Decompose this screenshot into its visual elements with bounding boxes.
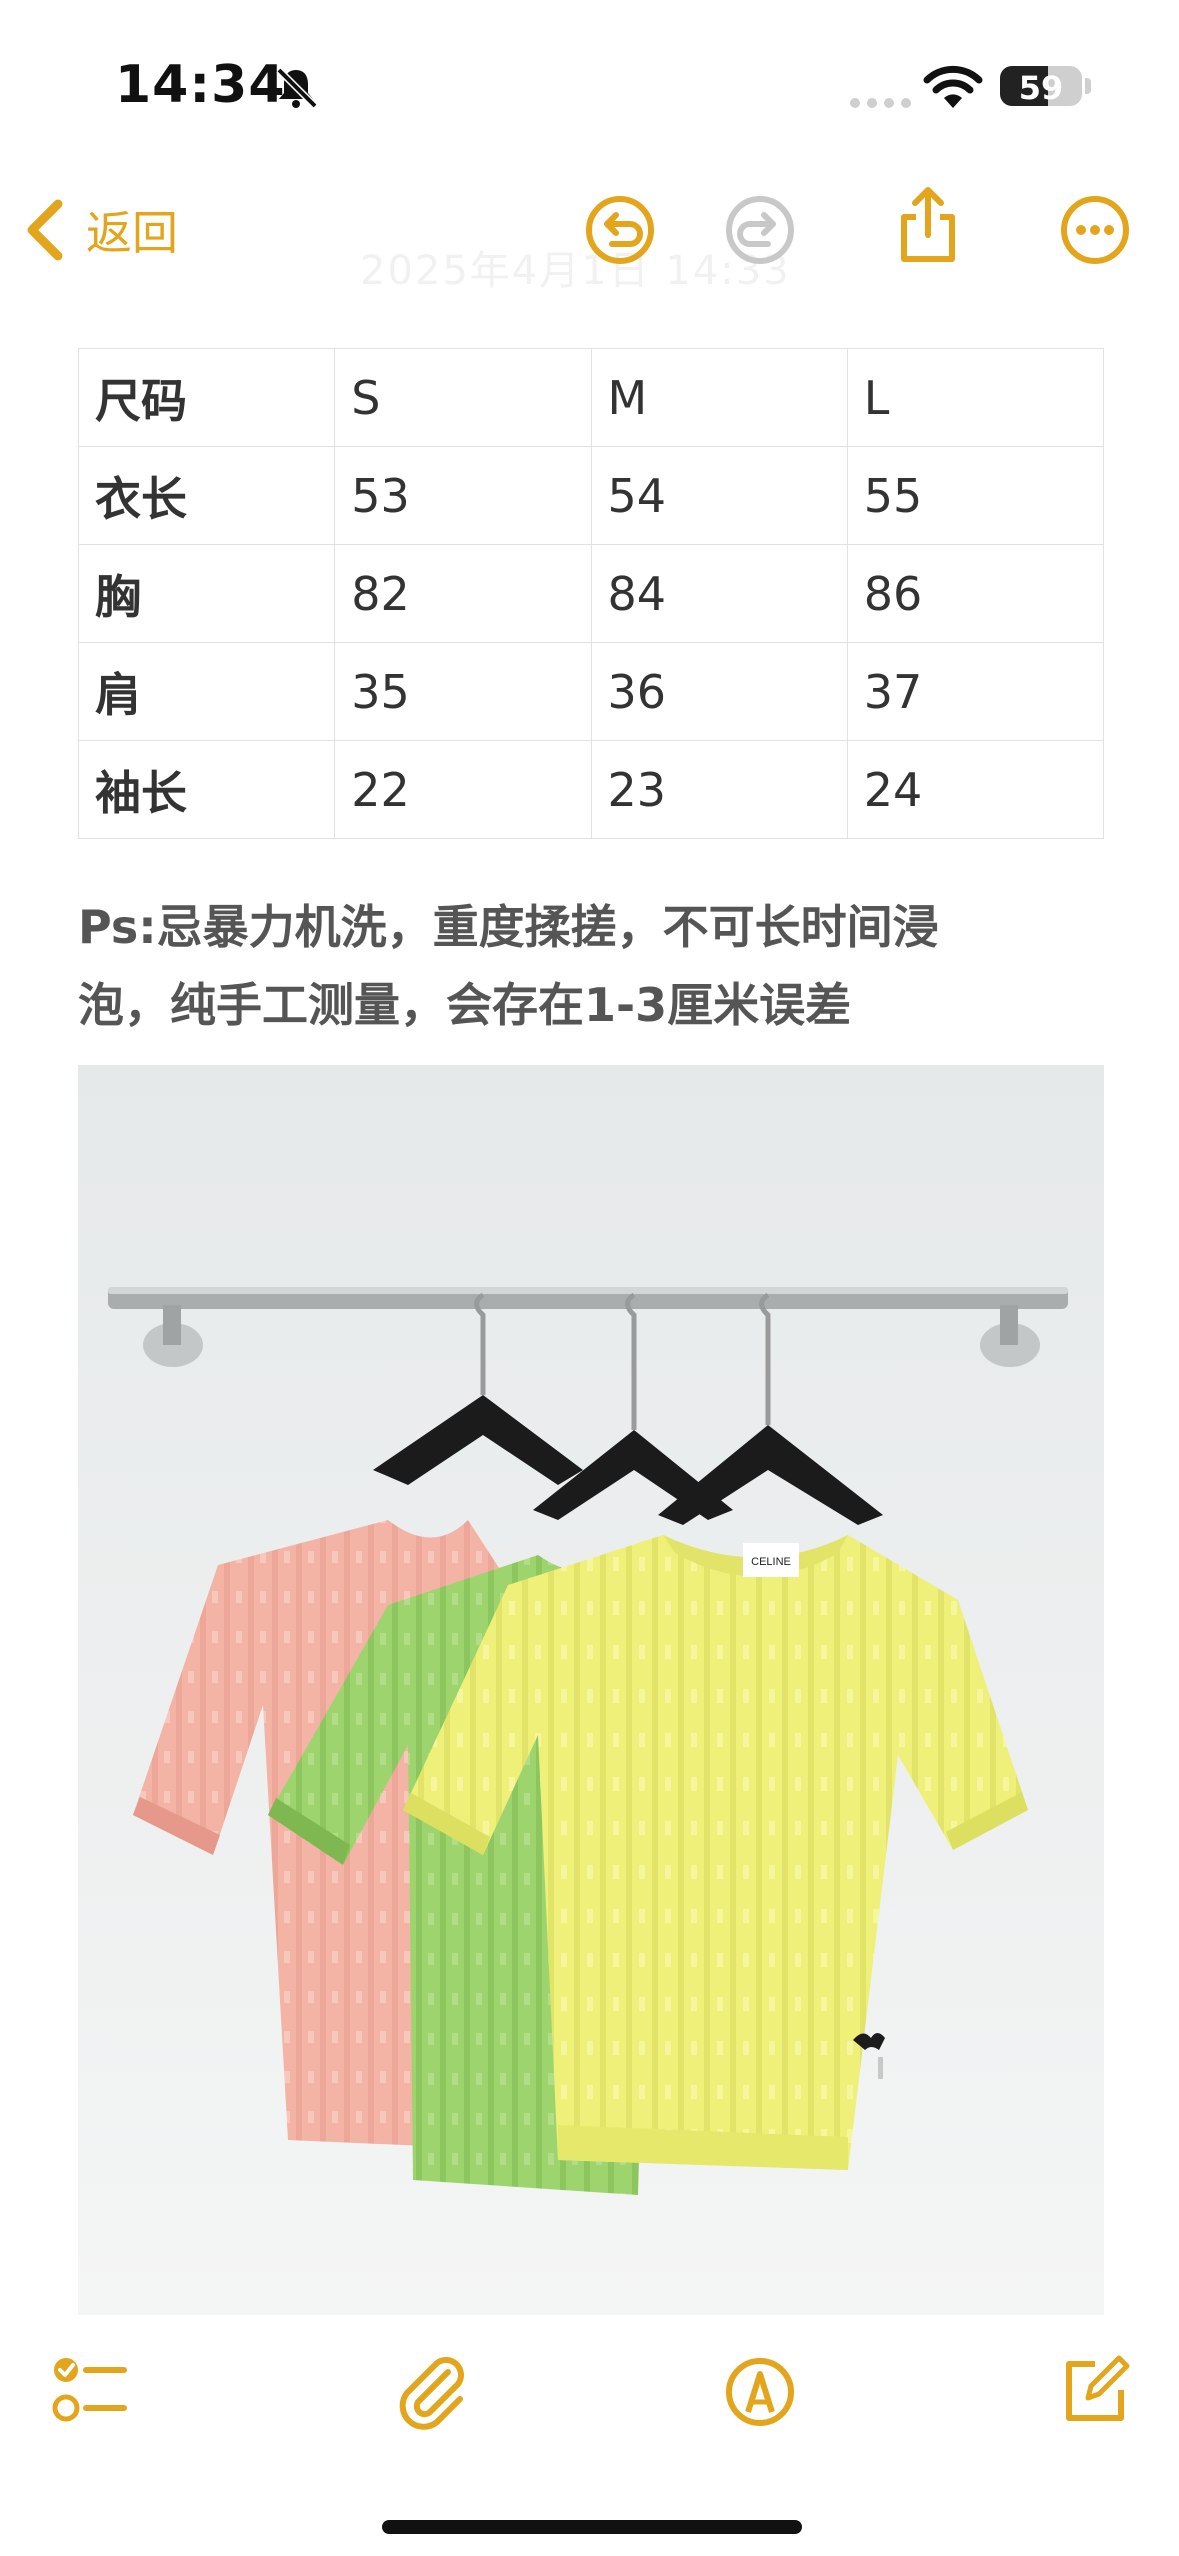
chevron-left-icon (27, 199, 63, 261)
checklist-icon[interactable] (50, 2350, 130, 2430)
table-row: 胸 82 84 86 (77, 544, 1105, 643)
back-button[interactable]: 返回 (22, 190, 178, 270)
more-icon[interactable] (1055, 190, 1135, 270)
redo-icon[interactable] (720, 190, 800, 270)
table-row: 肩 35 36 37 (77, 642, 1105, 741)
table-cell: L (846, 348, 1105, 447)
care-note-line-2: 泡，纯手工测量，会存在1-3厘米误差 (78, 978, 852, 1032)
size-table: 尺码 S M L 衣长 53 54 55 胸 82 84 86 肩 35 36 … (77, 348, 1105, 839)
table-cell: 86 (846, 544, 1105, 643)
status-time: 14:34 (115, 55, 286, 115)
battery-tip (1085, 78, 1091, 94)
table-cell: S (334, 348, 592, 447)
compose-icon[interactable] (1055, 2348, 1135, 2428)
table-cell: 22 (334, 740, 592, 839)
share-icon[interactable] (888, 185, 968, 265)
table-row: 衣长 53 54 55 (77, 446, 1105, 545)
attachment-icon[interactable] (392, 2350, 472, 2430)
table-cell: M (590, 348, 848, 447)
table-cell: 尺码 (77, 348, 336, 447)
garment-label-text: CELINE (751, 1556, 791, 1568)
back-label: 返回 (86, 206, 178, 260)
table-cell: 24 (846, 740, 1105, 839)
table-cell: 55 (846, 446, 1105, 545)
bell-muted-icon (276, 67, 318, 109)
table-cell: 衣长 (77, 446, 336, 545)
photo-illustration: CELINE (78, 1065, 1104, 2315)
home-indicator[interactable] (382, 2520, 802, 2534)
table-cell: 37 (846, 642, 1105, 741)
table-cell: 袖长 (77, 740, 336, 839)
product-photo[interactable]: CELINE (78, 1065, 1104, 2315)
battery-level: 59 (1018, 69, 1064, 106)
battery-icon: 59 (1000, 66, 1082, 106)
care-note-line-1: Ps:忌暴力机洗，重度揉搓，不可长时间浸 (78, 900, 939, 954)
wifi-icon (923, 65, 983, 108)
cellular-signal-icon (850, 93, 918, 112)
table-cell: 23 (590, 740, 848, 839)
markup-icon[interactable] (720, 2352, 800, 2432)
care-note: Ps:忌暴力机洗，重度揉搓，不可长时间浸 泡，纯手工测量，会存在1-3厘米误差 (78, 888, 1108, 1044)
table-row: 尺码 S M L (77, 348, 1105, 447)
table-cell: 84 (590, 544, 848, 643)
table-cell: 35 (334, 642, 592, 741)
table-cell: 胸 (77, 544, 336, 643)
table-cell: 82 (334, 544, 592, 643)
table-cell: 36 (590, 642, 848, 741)
table-row: 袖长 22 23 24 (77, 740, 1105, 839)
table-cell: 53 (334, 446, 592, 545)
undo-icon[interactable] (580, 190, 660, 270)
table-cell: 肩 (77, 642, 336, 741)
table-cell: 54 (590, 446, 848, 545)
